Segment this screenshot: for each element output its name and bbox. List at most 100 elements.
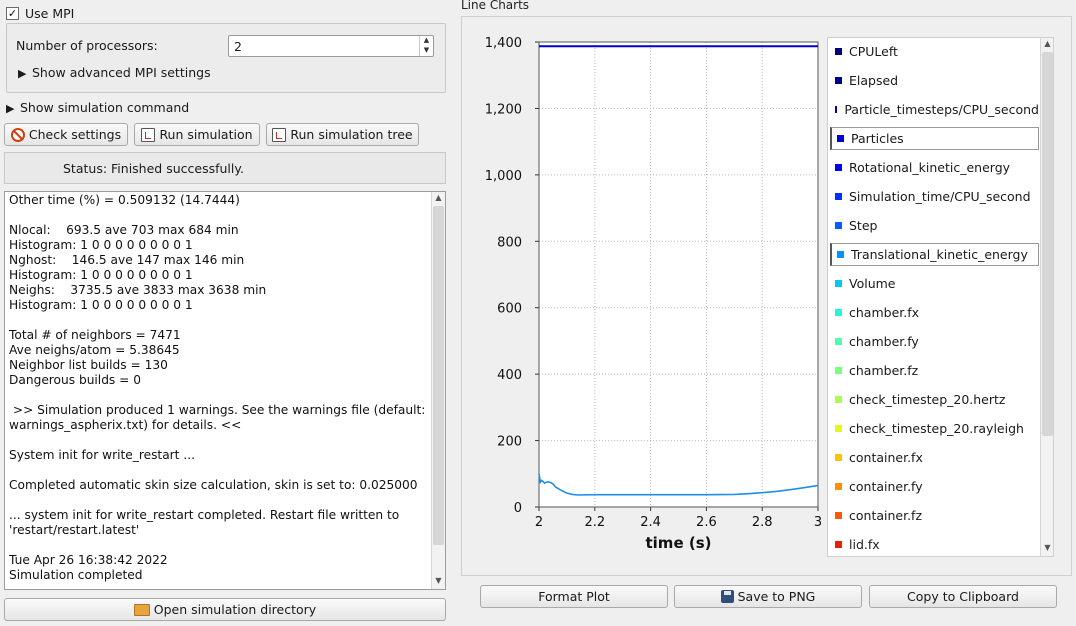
show-command-toggle[interactable]: ▶ Show simulation command: [6, 100, 189, 115]
status-panel: Status: Finished successfully.: [4, 152, 446, 184]
legend-label: Particles: [851, 131, 904, 146]
legend-item[interactable]: CPULeft: [830, 40, 1039, 63]
processors-spinbox[interactable]: 2 ▲ ▼: [228, 35, 434, 57]
log-line: warnings_aspherix.txt) for details. <<: [9, 418, 242, 432]
use-mpi-checkbox-row[interactable]: ✓ Use MPI: [6, 4, 74, 22]
log-line: Completed automatic skin size calculatio…: [9, 478, 418, 492]
x-axis-label: time (s): [646, 534, 712, 552]
legend-swatch: [835, 222, 842, 229]
chart-legend[interactable]: ▲ ▼ CPULeft Elapsed Particle_timesteps/CPU…: [827, 37, 1054, 557]
legend-label: Volume: [849, 276, 896, 291]
run-simulation-label: Run simulation: [159, 127, 253, 142]
check-settings-button[interactable]: Check settings: [4, 123, 128, 146]
legend-item[interactable]: lid.fx: [830, 533, 1039, 556]
no-entry-icon: [10, 127, 25, 142]
scroll-up-icon[interactable]: ▲: [432, 193, 445, 205]
show-command-label: Show simulation command: [20, 100, 190, 115]
floppy-disk-icon: [720, 590, 734, 603]
run-simulation-tree-button[interactable]: Run simulation tree: [266, 123, 419, 146]
line-chart[interactable]: 2 2.2 2.4 2.6 2.8 3 0 200 400 600 800 1,000 1,200 1,4…: [470, 30, 826, 560]
log-line: Histogram: 1 0 0 0 0 0 0 0 0 1: [9, 298, 193, 312]
legend-item[interactable]: chamber.fz: [830, 359, 1039, 382]
x-tick-label: 2.2: [584, 515, 605, 530]
advanced-mpi-toggle[interactable]: ▶ Show advanced MPI settings: [18, 65, 211, 80]
log-line: ... system init for write_restart comple…: [9, 508, 400, 522]
y-tick-label: 400: [497, 368, 522, 383]
scroll-down-icon[interactable]: ▼: [432, 576, 445, 588]
check-settings-label: Check settings: [28, 127, 122, 142]
legend-label: Elapsed: [849, 73, 899, 88]
legend-swatch: [835, 483, 842, 490]
legend-item[interactable]: container.fz: [830, 504, 1039, 527]
use-mpi-checkbox[interactable]: ✓: [6, 6, 19, 20]
legend-swatch: [835, 164, 842, 171]
log-line: Nghost: 146.5 ave 147 max 146 min: [9, 253, 245, 267]
open-directory-button[interactable]: Open simulation directory: [4, 598, 446, 621]
scroll-up-icon[interactable]: ▲: [1041, 39, 1054, 51]
legend-swatch: [835, 48, 842, 55]
legend-swatch: [835, 106, 838, 113]
legend-item[interactable]: chamber.fy: [830, 330, 1039, 353]
advanced-mpi-label: Show advanced MPI settings: [32, 65, 211, 80]
run-tree-document-icon: [272, 127, 287, 142]
legend-item[interactable]: Rotational_kinetic_energy: [830, 156, 1039, 179]
legend-item[interactable]: Simulation_time/CPU_second: [830, 185, 1039, 208]
simulation-log[interactable]: Other time (%) = 0.509132 (14.7444) Nloc…: [4, 191, 446, 590]
legend-swatch: [835, 541, 842, 548]
legend-item[interactable]: container.fx: [830, 446, 1039, 469]
scroll-down-icon[interactable]: ▼: [1041, 543, 1054, 555]
log-scroll-thumb[interactable]: [433, 206, 444, 545]
log-scrollbar[interactable]: ▲ ▼: [431, 192, 445, 589]
legend-label: check_timestep_20.rayleigh: [849, 421, 1024, 436]
log-line: Neighbor list builds = 130: [9, 358, 168, 372]
log-line: Dangerous builds = 0: [9, 373, 141, 387]
processors-value[interactable]: 2: [234, 39, 242, 54]
legend-scroll-thumb[interactable]: [1042, 52, 1053, 436]
log-line: Total # of neighbors = 7471: [9, 328, 181, 342]
log-line: >> Simulation produced 1 warnings. See t…: [9, 403, 426, 417]
legend-label: lid.fx: [849, 537, 880, 552]
legend-item[interactable]: Volume: [830, 272, 1039, 295]
save-png-button[interactable]: Save to PNG: [674, 585, 862, 608]
log-line: Ave neighs/atom = 5.38645: [9, 343, 180, 357]
legend-item[interactable]: check_timestep_20.hertz: [830, 388, 1039, 411]
legend-item[interactable]: Translational_kinetic_energy: [830, 243, 1039, 266]
legend-label: chamber.fz: [849, 363, 919, 378]
legend-label: container.fz: [849, 508, 923, 523]
save-png-label: Save to PNG: [737, 589, 816, 604]
expand-arrow-icon: ▶: [18, 67, 27, 80]
legend-label: Translational_kinetic_energy: [851, 247, 1028, 262]
legend-item[interactable]: Particles: [830, 127, 1039, 150]
legend-label: check_timestep_20.hertz: [849, 392, 1006, 407]
run-simulation-button[interactable]: Run simulation: [134, 123, 260, 146]
charts-title: Line Charts: [461, 0, 530, 12]
legend-swatch: [835, 512, 842, 519]
legend-scrollbar[interactable]: ▲ ▼: [1040, 38, 1053, 556]
legend-item[interactable]: Step: [830, 214, 1039, 237]
log-line: Other time (%) = 0.509132 (14.7444): [9, 193, 240, 207]
y-tick-label: 200: [497, 435, 522, 450]
format-plot-button[interactable]: Format Plot: [480, 585, 668, 608]
legend-item[interactable]: chamber.fx: [830, 301, 1039, 324]
legend-label: chamber.fx: [849, 305, 920, 320]
legend-item[interactable]: Particle_timesteps/CPU_second: [830, 98, 1039, 121]
legend-item[interactable]: Elapsed: [830, 69, 1039, 92]
y-tick-label: 1,400: [485, 36, 522, 51]
mpi-settings-group: [6, 23, 446, 93]
spin-up-icon[interactable]: ▲: [420, 36, 433, 46]
legend-item[interactable]: container.fy: [830, 475, 1039, 498]
copy-clipboard-button[interactable]: Copy to Clipboard: [869, 585, 1057, 608]
run-simulation-tree-label: Run simulation tree: [290, 127, 413, 142]
legend-label: chamber.fy: [849, 334, 919, 349]
legend-item[interactable]: check_timestep_20.rayleigh: [830, 417, 1039, 440]
spin-down-icon[interactable]: ▼: [420, 46, 433, 56]
log-text: Other time (%) = 0.509132 (14.7444) Nloc…: [9, 193, 429, 583]
plot-area: [539, 42, 818, 507]
legend-swatch: [837, 251, 844, 258]
